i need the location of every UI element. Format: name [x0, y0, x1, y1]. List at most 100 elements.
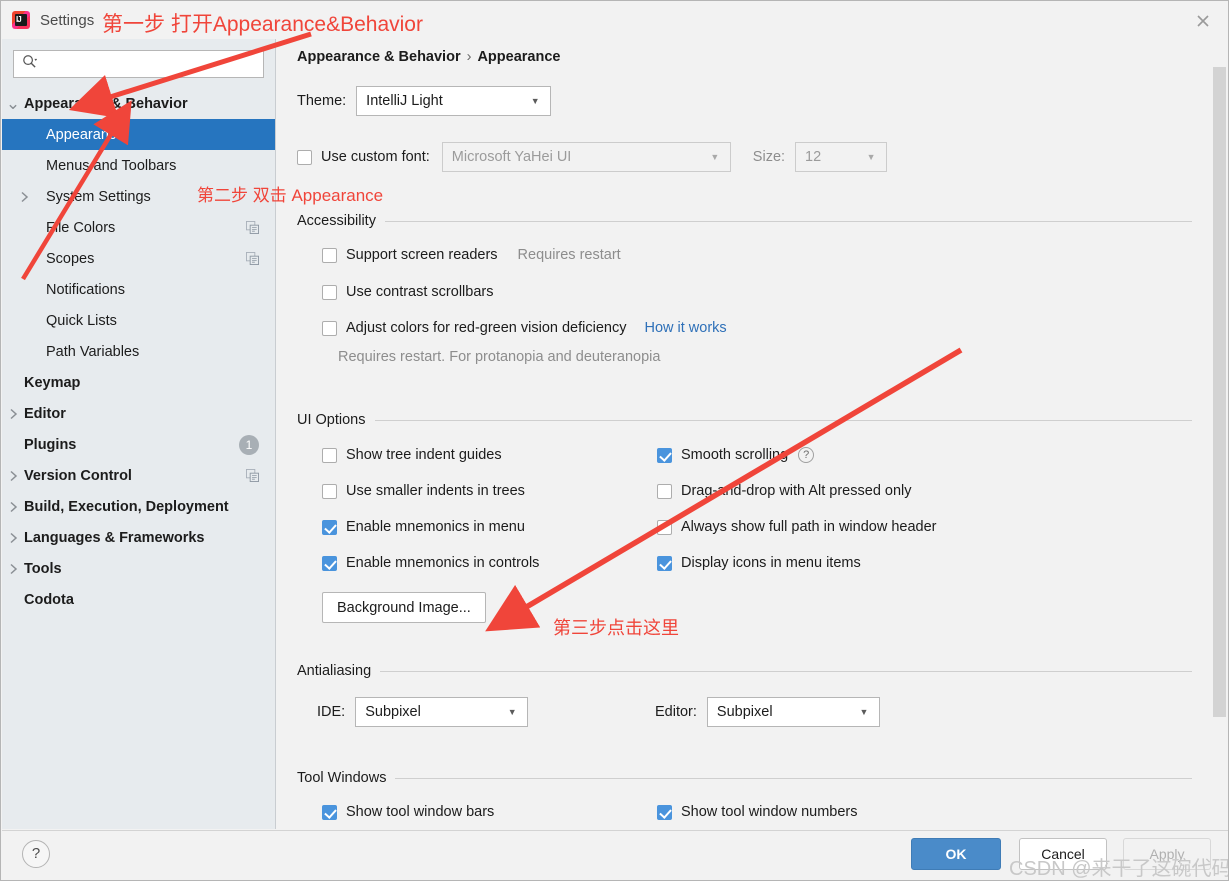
- search-input[interactable]: [41, 55, 257, 73]
- search-icon: [22, 54, 38, 74]
- how-it-works-link[interactable]: How it works: [644, 320, 726, 336]
- enable-mnemonics-menu-row: Enable mnemonics in menu: [322, 519, 525, 535]
- show-tool-window-bars-label: Show tool window bars: [346, 804, 495, 820]
- sidebar-item-label: System Settings: [46, 188, 151, 205]
- sidebar-item-label: Quick Lists: [46, 312, 117, 329]
- sidebar-item-languages-frameworks[interactable]: Languages & Frameworks: [2, 522, 275, 553]
- sidebar-item-scopes[interactable]: Scopes: [2, 243, 275, 274]
- always-show-full-path-checkbox[interactable]: [657, 519, 672, 535]
- chevron-down-icon: ▼: [507, 707, 517, 717]
- sidebar-item-tools[interactable]: Tools: [2, 553, 275, 584]
- antialiasing-section-title: Antialiasing: [297, 663, 372, 679]
- adjust-colors-checkbox[interactable]: [322, 320, 337, 336]
- chevron-right-icon: [2, 470, 24, 482]
- support-screen-readers-row: Support screen readers Requires restart: [322, 247, 621, 263]
- use-custom-font-label: Use custom font:: [321, 149, 430, 165]
- chevron-down-icon: ⌄: [5, 93, 21, 113]
- settings-content-panel: Appearance & Behavior › Appearance Theme: …: [277, 39, 1228, 829]
- theme-select[interactable]: IntelliJ Light ▼: [356, 86, 552, 116]
- sidebar-item-keymap[interactable]: Keymap: [2, 367, 275, 398]
- settings-sidebar: ⌄ Appearance & Behavior Appearance Menus an…: [2, 39, 276, 829]
- chevron-right-icon: [2, 532, 24, 544]
- font-size-select[interactable]: 12 ▼: [795, 142, 888, 172]
- apply-button[interactable]: Apply: [1123, 838, 1211, 870]
- chevron-right-icon: [2, 563, 24, 575]
- sidebar-item-label: Scopes: [46, 250, 95, 267]
- show-tool-window-numbers-row: Show tool window numbers: [657, 804, 858, 820]
- show-tool-window-numbers-checkbox[interactable]: [657, 804, 672, 820]
- sidebar-item-plugins[interactable]: Plugins 1: [2, 429, 275, 460]
- ide-antialiasing-value: Subpixel: [365, 704, 421, 720]
- support-screen-readers-label: Support screen readers: [346, 247, 498, 263]
- chevron-down-icon: ▼: [530, 96, 540, 106]
- help-button[interactable]: ?: [22, 840, 50, 868]
- sidebar-item-version-control[interactable]: Version Control: [2, 460, 275, 491]
- drag-and-drop-alt-label: Drag-and-drop with Alt pressed only: [681, 483, 912, 499]
- use-contrast-scrollbars-checkbox[interactable]: [322, 284, 337, 300]
- sidebar-item-file-colors[interactable]: File Colors: [2, 212, 275, 243]
- section-divider: [384, 220, 1192, 222]
- sidebar-item-label: Codota: [24, 591, 74, 608]
- ui-options-section-header: UI Options: [297, 412, 1192, 428]
- sidebar-item-label: Path Variables: [46, 343, 140, 360]
- show-tree-indent-guides-checkbox[interactable]: [322, 447, 337, 463]
- copy-icon[interactable]: [246, 469, 259, 482]
- use-contrast-scrollbars-row: Use contrast scrollbars: [322, 284, 493, 300]
- sidebar-item-quick-lists[interactable]: Quick Lists: [2, 305, 275, 336]
- use-custom-font-checkbox[interactable]: [297, 149, 312, 165]
- scrollbar-thumb[interactable]: [1213, 67, 1226, 717]
- display-icons-menu-items-checkbox[interactable]: [657, 555, 672, 571]
- show-tool-window-bars-checkbox[interactable]: [322, 804, 337, 820]
- sidebar-item-system-settings[interactable]: System Settings: [2, 181, 275, 212]
- tool-windows-section-title: Tool Windows: [297, 770, 387, 786]
- drag-and-drop-alt-checkbox[interactable]: [657, 483, 672, 499]
- use-smaller-indents-label: Use smaller indents in trees: [346, 483, 525, 499]
- ok-button[interactable]: OK: [911, 838, 1001, 870]
- sidebar-item-codota[interactable]: Codota: [2, 584, 275, 615]
- sidebar-item-label: Languages & Frameworks: [24, 529, 205, 546]
- dialog-button-bar: ? OK Cancel Apply: [2, 830, 1228, 880]
- theme-label: Theme:: [297, 93, 347, 109]
- support-screen-readers-checkbox[interactable]: [322, 247, 337, 263]
- cancel-button[interactable]: Cancel: [1019, 838, 1107, 870]
- accessibility-hint: Requires restart. For protanopia and deu…: [338, 349, 660, 365]
- background-image-button[interactable]: Background Image...: [322, 592, 486, 623]
- enable-mnemonics-controls-row: Enable mnemonics in controls: [322, 555, 539, 571]
- chevron-right-icon: [2, 408, 24, 420]
- use-smaller-indents-row: Use smaller indents in trees: [322, 483, 525, 499]
- ide-antialiasing-select[interactable]: Subpixel ▼: [355, 697, 529, 727]
- sidebar-item-menus-and-toolbars[interactable]: Menus and Toolbars: [2, 150, 275, 181]
- enable-mnemonics-controls-checkbox[interactable]: [322, 555, 337, 571]
- sidebar-item-appearance[interactable]: Appearance: [2, 119, 275, 150]
- breadcrumb-parent[interactable]: Appearance & Behavior: [297, 49, 461, 65]
- sidebar-item-build-execution-deployment[interactable]: Build, Execution, Deployment: [2, 491, 275, 522]
- custom-font-select[interactable]: Microsoft YaHei UI ▼: [441, 142, 731, 172]
- editor-antialiasing-select[interactable]: Subpixel ▼: [706, 697, 880, 727]
- vertical-scrollbar[interactable]: [1211, 40, 1227, 829]
- smooth-scrolling-label: Smooth scrolling: [681, 447, 789, 463]
- use-contrast-scrollbars-label: Use contrast scrollbars: [346, 284, 494, 300]
- ide-antialiasing-label: IDE:: [317, 704, 346, 720]
- editor-antialiasing-value: Subpixel: [716, 704, 773, 720]
- breadcrumb-separator: ›: [466, 49, 472, 65]
- sidebar-item-label: Notifications: [46, 281, 125, 298]
- sidebar-item-editor[interactable]: Editor: [2, 398, 275, 429]
- smooth-scrolling-checkbox[interactable]: [657, 447, 672, 463]
- sidebar-item-label: Tools: [24, 560, 62, 577]
- adjust-colors-label: Adjust colors for red-green vision defic…: [346, 320, 627, 336]
- use-smaller-indents-checkbox[interactable]: [322, 483, 337, 499]
- copy-icon[interactable]: [246, 221, 259, 234]
- search-box[interactable]: [13, 50, 264, 78]
- ide-antialiasing-row: IDE: Subpixel ▼: [317, 697, 529, 727]
- help-icon[interactable]: ?: [798, 447, 815, 463]
- copy-icon[interactable]: [246, 252, 259, 265]
- enable-mnemonics-menu-checkbox[interactable]: [322, 519, 337, 535]
- accessibility-hint-text: Requires restart. For protanopia and deu…: [338, 349, 661, 365]
- close-icon[interactable]: [1190, 9, 1216, 33]
- show-tree-indent-guides-row: Show tree indent guides: [322, 447, 502, 463]
- settings-tree: ⌄ Appearance & Behavior Appearance Menus an…: [2, 88, 275, 615]
- sidebar-item-path-variables[interactable]: Path Variables: [2, 336, 275, 367]
- drag-and-drop-alt-row: Drag-and-drop with Alt pressed only: [657, 483, 912, 499]
- sidebar-item-notifications[interactable]: Notifications: [2, 274, 275, 305]
- sidebar-item-appearance-behavior[interactable]: ⌄ Appearance & Behavior: [2, 88, 275, 119]
